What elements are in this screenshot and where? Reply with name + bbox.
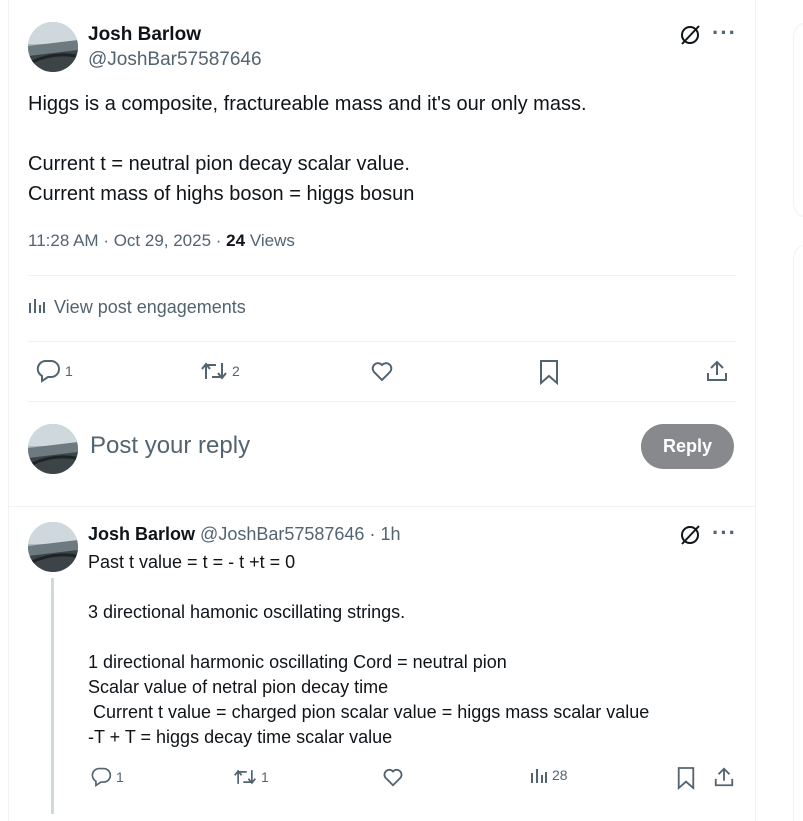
reply-count: 1 (116, 769, 124, 785)
share-icon (713, 766, 735, 788)
like-icon (382, 766, 404, 788)
share-icon (705, 359, 729, 383)
share-button[interactable] (713, 766, 735, 788)
reply-button[interactable]: 1 (35, 359, 73, 383)
grok-icon[interactable] (679, 24, 701, 51)
bookmark-icon (676, 766, 696, 790)
sidebar-card (793, 22, 803, 218)
post-date[interactable]: Oct 29, 2025 (114, 231, 211, 250)
repost-button[interactable]: 1 (233, 766, 269, 788)
analytics-icon (28, 296, 46, 319)
more-icon[interactable]: ··· (712, 20, 737, 46)
post-meta: 11:28 AM · Oct 29, 2025 · 24 Views (28, 231, 295, 250)
bookmark-button[interactable] (538, 359, 560, 385)
reply-submit-button[interactable]: Reply (641, 424, 734, 469)
reply-icon (90, 766, 112, 788)
repost-count: 1 (261, 769, 269, 785)
reply-time[interactable]: · 1h (369, 524, 400, 544)
like-icon (370, 359, 394, 383)
like-button[interactable] (382, 766, 404, 788)
sidebar-card (793, 244, 803, 821)
repost-icon (233, 766, 257, 788)
views-button[interactable]: 28 (530, 766, 568, 784)
grok-icon[interactable] (679, 524, 701, 551)
repost-icon (200, 359, 228, 383)
author-name[interactable]: Josh Barlow (88, 524, 195, 544)
post-text: Higgs is a composite, fractureable mass … (28, 93, 587, 205)
reply-text: Past t value = t = - t +t = 0 3 directio… (88, 552, 650, 747)
repost-count: 2 (232, 363, 240, 379)
author-handle[interactable]: @JoshBar57587646 (88, 49, 262, 71)
views-count: 28 (552, 767, 568, 783)
analytics-icon (530, 766, 548, 784)
more-icon[interactable]: ··· (712, 520, 737, 546)
bookmark-icon (538, 359, 560, 385)
reply-count: 1 (65, 363, 73, 379)
reply-icon (35, 359, 61, 383)
thread-line (51, 578, 54, 814)
author-name[interactable]: Josh Barlow (88, 24, 201, 46)
view-engagements-link[interactable]: View post engagements (28, 296, 246, 319)
divider (28, 275, 736, 276)
share-button[interactable] (705, 359, 729, 383)
reply-input[interactable]: Post your reply (90, 432, 250, 460)
author-handle[interactable]: @JoshBar57587646 (200, 524, 364, 544)
divider (28, 401, 736, 402)
views-count: 24 (226, 231, 246, 250)
avatar[interactable] (28, 522, 78, 572)
composer-avatar[interactable] (28, 424, 78, 474)
divider (28, 341, 736, 342)
reply-button[interactable]: 1 (90, 766, 124, 788)
engagements-label: View post engagements (54, 297, 246, 317)
post-time[interactable]: 11:28 AM (28, 231, 99, 250)
divider (8, 506, 756, 507)
views-label: Views (249, 231, 295, 250)
like-button[interactable] (370, 359, 394, 383)
avatar[interactable] (28, 22, 78, 72)
bookmark-button[interactable] (676, 766, 696, 790)
reply-header: Josh Barlow @JoshBar57587646 · 1h (88, 524, 400, 545)
repost-button[interactable]: 2 (200, 359, 240, 383)
